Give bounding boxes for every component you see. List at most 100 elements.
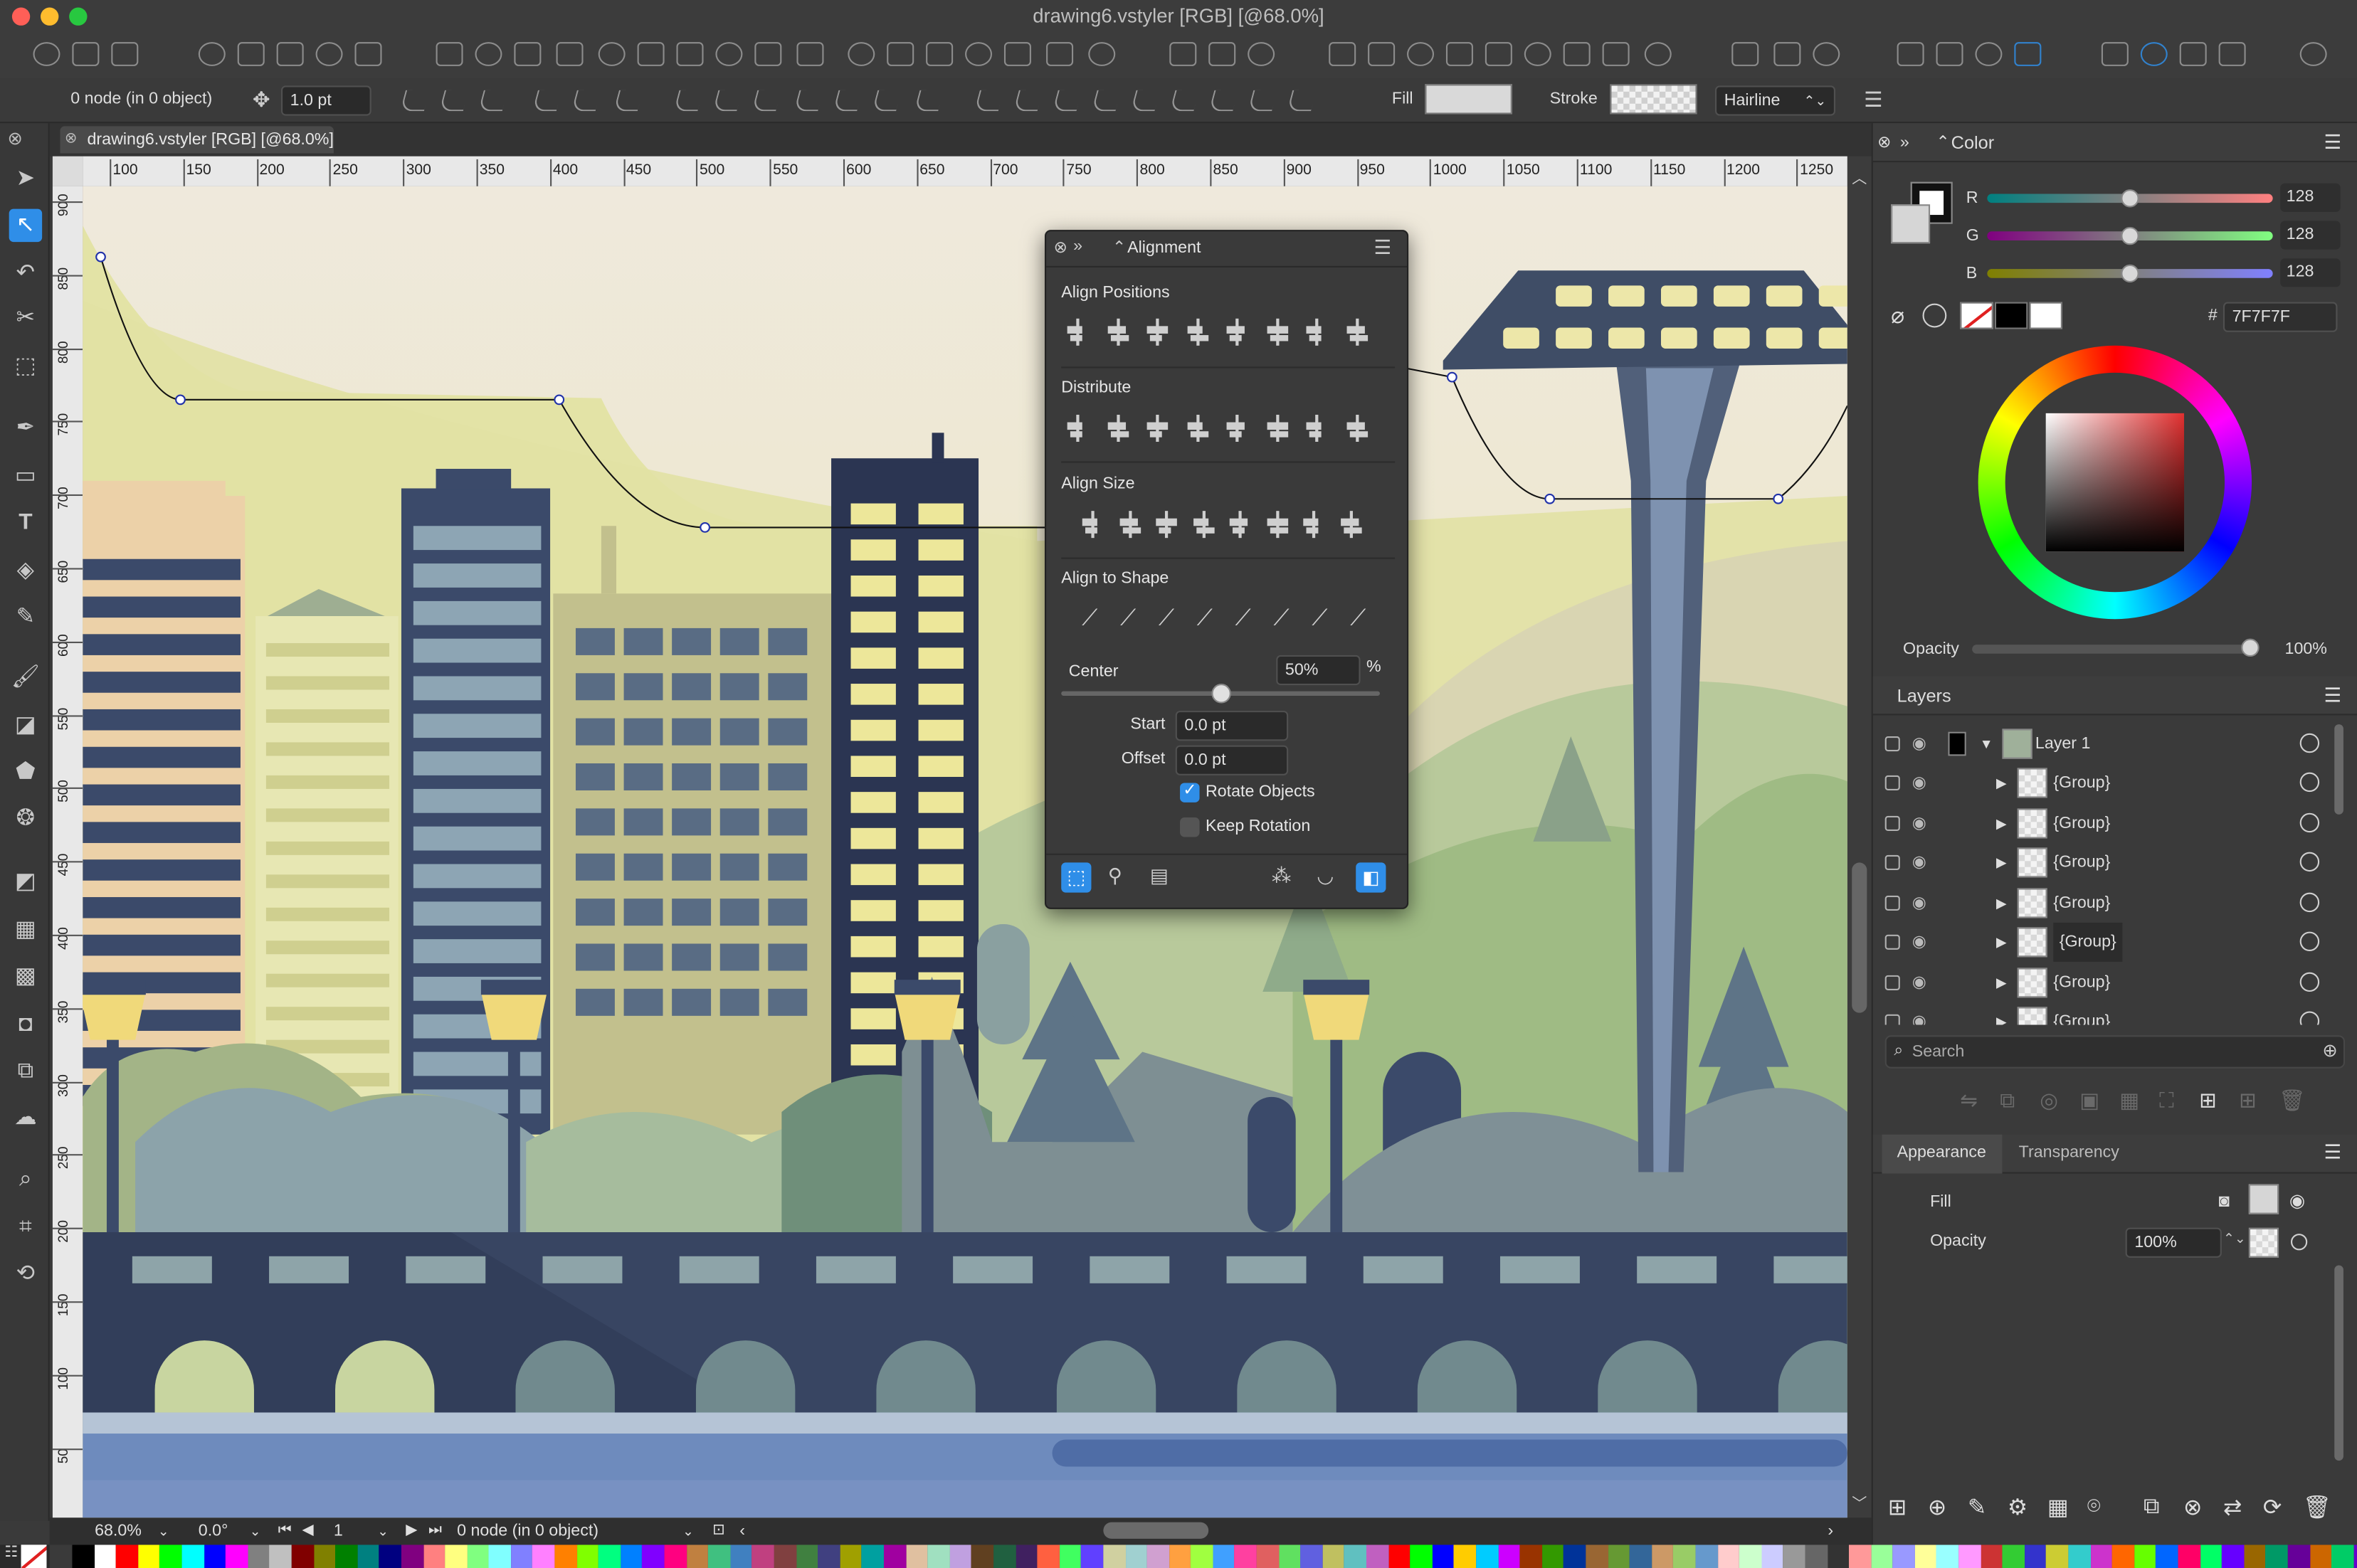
palette-swatch[interactable] <box>1849 1545 1872 1568</box>
align-size-icon[interactable] <box>1116 511 1143 539</box>
status-dropdown-icon[interactable]: ⌄ <box>682 1517 694 1545</box>
toolbar-action-icon[interactable] <box>715 42 743 66</box>
lock-icon[interactable] <box>1884 815 1900 830</box>
expand-group-icon[interactable]: ▶ <box>1996 843 2007 882</box>
scroll-right-icon[interactable]: › <box>1828 1517 1833 1545</box>
visibility-icon[interactable]: ◉ <box>1912 1002 1926 1025</box>
expand-group-icon[interactable]: ▶ <box>1996 763 2007 802</box>
palette-swatch[interactable] <box>686 1545 709 1568</box>
offset-field[interactable]: 0.0 pt <box>1175 745 1289 775</box>
layer-group-row[interactable]: ◉ ▶ {Group} <box>1873 803 2346 842</box>
palette-swatch[interactable] <box>1871 1545 1893 1568</box>
node-action-icon[interactable] <box>1208 90 1239 112</box>
layer-group-row[interactable]: ◉ ▶ {Group} <box>1873 1002 2346 1025</box>
palette-swatch[interactable] <box>1454 1545 1477 1568</box>
palette-swatch[interactable] <box>1498 1545 1520 1568</box>
align-position-icon[interactable] <box>1144 318 1171 346</box>
toolbar-action-icon[interactable] <box>33 42 60 66</box>
group-select-icon[interactable] <box>2299 891 2320 912</box>
palette-swatch[interactable] <box>1673 1545 1696 1568</box>
knife-tool-icon[interactable]: ✂ <box>9 302 42 335</box>
none-swatch[interactable] <box>1960 302 1993 329</box>
appearance-action-icon[interactable]: ⇄ <box>2223 1494 2242 1521</box>
center-slider-knob[interactable] <box>1211 684 1230 704</box>
hex-field[interactable]: 7F7F7F <box>2222 302 2338 332</box>
palette-swatch[interactable] <box>2112 1545 2134 1568</box>
tab-transparency[interactable]: Transparency <box>2005 1135 2141 1174</box>
blend-tool-icon[interactable]: ⧉ <box>9 1055 42 1088</box>
palette-swatch[interactable] <box>72 1545 95 1568</box>
align-position-icon[interactable] <box>1183 318 1211 346</box>
node-action-icon[interactable] <box>793 90 824 112</box>
layer-select-icon[interactable] <box>2299 733 2320 753</box>
appearance-menu-icon[interactable]: ☰ <box>2324 1140 2341 1165</box>
palette-swatch[interactable] <box>379 1545 401 1568</box>
palette-swatch[interactable] <box>313 1545 336 1568</box>
palette-swatch[interactable] <box>1914 1545 1937 1568</box>
palette-swatch[interactable] <box>445 1545 468 1568</box>
palette-swatch[interactable] <box>971 1545 994 1568</box>
node-action-icon[interactable] <box>571 90 601 112</box>
palette-swatch[interactable] <box>467 1545 490 1568</box>
vertical-scrollbar[interactable]: ︿ ﹀ <box>1847 156 1872 1518</box>
palette-swatch[interactable] <box>1300 1545 1323 1568</box>
stroke-options-icon[interactable]: ☰ <box>1864 88 1883 113</box>
layer-action-icon[interactable]: ▦ <box>2119 1088 2139 1113</box>
visibility-icon[interactable]: ◉ <box>1912 923 1926 962</box>
zoom-value[interactable]: 68.0% <box>95 1517 142 1545</box>
palette-swatch[interactable] <box>621 1545 643 1568</box>
palette-swatch[interactable] <box>2002 1545 2025 1568</box>
close-panel-icon[interactable]: ⊗ <box>1054 238 1067 257</box>
layer-group-row[interactable]: ◉ ▶ {Group} <box>1873 963 2346 1002</box>
lock-icon[interactable] <box>1884 1014 1900 1025</box>
expand-group-icon[interactable]: ▶ <box>1996 923 2007 962</box>
palette-swatch[interactable] <box>1739 1545 1761 1568</box>
palette-swatch[interactable] <box>1278 1545 1301 1568</box>
layer-action-icon[interactable]: ◎ <box>2040 1088 2058 1113</box>
layer-color-tag[interactable] <box>1948 731 1966 756</box>
palette-swatch[interactable] <box>1958 1545 1981 1568</box>
palette-swatch[interactable] <box>335 1545 358 1568</box>
palette-swatch[interactable] <box>642 1545 665 1568</box>
palette-swatch[interactable] <box>1805 1545 1828 1568</box>
align-to-shape-icon[interactable]: ⟋ <box>1344 605 1371 632</box>
align-position-icon[interactable] <box>1223 318 1250 346</box>
align-size-icon[interactable] <box>1190 511 1217 539</box>
align-position-icon[interactable] <box>1104 318 1131 346</box>
palette-swatch[interactable] <box>840 1545 863 1568</box>
toolbar-action-icon[interactable] <box>315 42 343 66</box>
rotate-view-tool-icon[interactable]: ⟲ <box>9 1258 42 1291</box>
node-action-icon[interactable] <box>833 90 863 112</box>
palette-swatch[interactable] <box>862 1545 884 1568</box>
black-swatch[interactable] <box>1994 302 2028 329</box>
toolbar-action-icon[interactable] <box>72 42 100 66</box>
bend-tool-icon[interactable]: ↶ <box>9 257 42 290</box>
color-panel-menu-icon[interactable]: ☰ <box>2324 123 2341 162</box>
align-position-icon[interactable] <box>1263 318 1290 346</box>
layers-scroll-thumb[interactable] <box>2334 724 2343 815</box>
channel-value-field[interactable]: 128 <box>2280 258 2341 287</box>
palette-swatch[interactable] <box>2068 1545 2091 1568</box>
node-action-icon[interactable] <box>478 90 508 112</box>
node-action-icon[interactable] <box>673 90 704 112</box>
palette-swatch[interactable] <box>2200 1545 2222 1568</box>
node-action-icon[interactable] <box>1130 90 1161 112</box>
palette-swatch[interactable] <box>796 1545 818 1568</box>
palette-swatch[interactable] <box>1322 1545 1345 1568</box>
palette-swatch[interactable] <box>730 1545 752 1568</box>
palette-swatch[interactable] <box>116 1545 138 1568</box>
palette-swatch[interactable] <box>1410 1545 1433 1568</box>
toolbar-action-icon[interactable] <box>1644 42 1672 66</box>
sprayer-tool-icon[interactable]: ☁ <box>9 1101 42 1134</box>
palette-swatch[interactable] <box>226 1545 248 1568</box>
layer-group-row[interactable]: ◉ ▶ {Group} <box>1873 922 2346 962</box>
palette-swatch[interactable] <box>1037 1545 1060 1568</box>
opacity-option-icon[interactable] <box>2290 1234 2308 1251</box>
visibility-icon[interactable]: ◉ <box>1912 803 1926 842</box>
palette-swatch[interactable] <box>510 1545 533 1568</box>
palette-swatch[interactable] <box>423 1545 445 1568</box>
group-select-icon[interactable] <box>2299 971 2320 991</box>
rotate-objects-checkbox[interactable]: ✓ <box>1180 781 1200 802</box>
distribute-icon[interactable] <box>1223 414 1250 442</box>
toolbar-action-icon[interactable] <box>2218 42 2246 66</box>
